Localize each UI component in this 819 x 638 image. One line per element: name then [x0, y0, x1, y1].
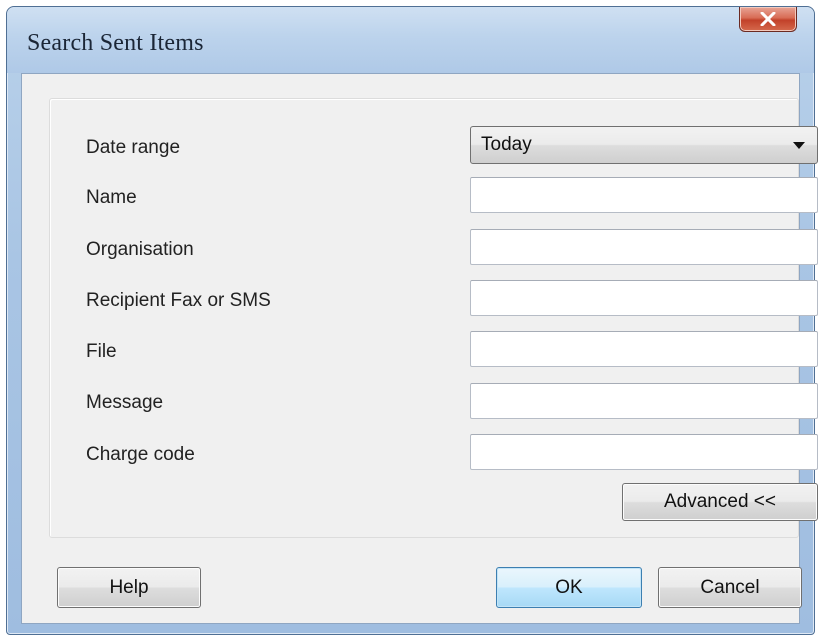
date-range-label: Date range [86, 137, 181, 158]
help-button[interactable]: Help [57, 567, 201, 608]
organisation-label: Organisation [86, 239, 194, 260]
close-icon [760, 12, 776, 26]
advanced-button[interactable]: Advanced << [622, 483, 818, 521]
recipient-field[interactable] [470, 280, 818, 316]
charge-code-field[interactable] [470, 434, 818, 470]
recipient-label: Recipient Fax or SMS [86, 290, 271, 311]
message-field[interactable] [470, 383, 818, 419]
close-button[interactable] [739, 7, 797, 32]
file-label: File [86, 341, 117, 362]
chevron-down-icon [793, 141, 805, 149]
charge-code-label: Charge code [86, 444, 195, 465]
date-range-select[interactable]: Today [470, 126, 818, 164]
search-sent-items-dialog: Search Sent Items Date range Today Name … [6, 6, 818, 635]
cancel-button[interactable]: Cancel [658, 567, 802, 608]
organisation-field[interactable] [470, 229, 818, 265]
title-bar[interactable]: Search Sent Items [7, 7, 814, 73]
message-label: Message [86, 392, 164, 413]
window-title: Search Sent Items [27, 30, 204, 56]
name-label: Name [86, 187, 137, 208]
dialog-body: Date range Today Name Organisation Recip… [21, 73, 818, 624]
ok-button[interactable]: OK [496, 567, 642, 608]
date-range-value: Today [481, 134, 532, 155]
file-field[interactable] [470, 331, 818, 367]
search-criteria-group: Date range Today Name Organisation Recip… [49, 98, 818, 538]
name-field[interactable] [470, 177, 818, 213]
